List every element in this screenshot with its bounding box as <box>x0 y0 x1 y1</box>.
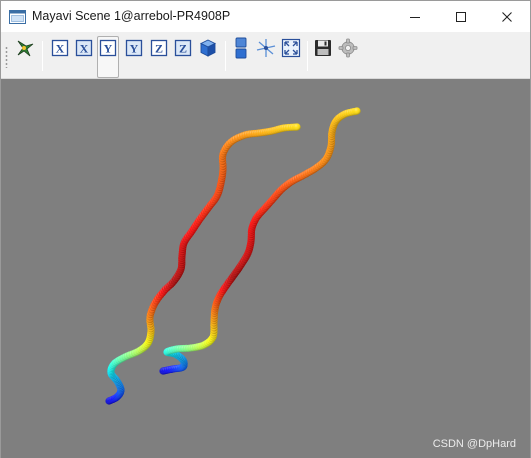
view-x-plus-button[interactable]: X <box>49 37 71 59</box>
svg-text:X: X <box>80 42 89 56</box>
toolbar-separator <box>225 41 226 71</box>
view-z-minus-icon: Z <box>174 39 192 57</box>
scene-viewport[interactable]: CSDN @DpHard <box>1 79 530 458</box>
view-y-plus-button[interactable]: Y <box>97 36 119 78</box>
view-z-minus-button[interactable]: Z <box>172 37 194 59</box>
toggle-axes-icon <box>256 39 276 57</box>
view-z-plus-button[interactable]: Z <box>148 37 170 59</box>
toggle-parallel-projection-button[interactable] <box>230 37 252 59</box>
close-icon <box>502 11 512 22</box>
svg-text:Z: Z <box>179 42 187 56</box>
view-x-plus-icon: X <box>51 39 69 57</box>
curve-point-shading <box>353 107 361 115</box>
toolbar-separator <box>307 41 308 71</box>
maximize-button[interactable] <box>438 1 484 32</box>
svg-text:X: X <box>56 42 65 56</box>
title-bar[interactable]: Mayavi Scene 1@arrebol-PR4908P <box>1 1 530 32</box>
toolbar-grip[interactable] <box>5 46 8 68</box>
toggle-axes-button[interactable] <box>255 37 277 59</box>
svg-text:Y: Y <box>130 42 139 56</box>
isometric-view-button[interactable] <box>197 37 219 59</box>
right-helix <box>159 107 361 375</box>
mayavi-logo-icon <box>17 40 34 57</box>
view-x-minus-icon: X <box>75 39 93 57</box>
view-y-minus-button[interactable]: Y <box>123 37 145 59</box>
left-helix <box>105 123 301 405</box>
toggle-parallel-projection-icon <box>235 37 247 59</box>
configure-scene-icon <box>338 38 358 58</box>
mayavi-logo-button[interactable] <box>14 37 36 59</box>
save-icon <box>315 40 331 56</box>
close-button[interactable] <box>484 1 530 32</box>
view-x-minus-button[interactable]: X <box>73 37 95 59</box>
mayavi-window: Mayavi Scene 1@arrebol-PR4908P X X Y Y Z… <box>0 0 531 458</box>
view-y-minus-icon: Y <box>125 39 143 57</box>
configure-scene-button[interactable] <box>337 37 359 59</box>
full-screen-icon <box>281 38 301 58</box>
curve-point-shading <box>293 123 301 131</box>
view-y-plus-icon: Y <box>99 39 117 57</box>
view-z-plus-icon: Z <box>150 39 168 57</box>
scene-toolbar: X X Y Y Z Z <box>1 32 530 79</box>
isometric-view-icon <box>199 39 217 57</box>
svg-text:Z: Z <box>155 42 163 56</box>
scene-render <box>105 107 361 405</box>
svg-text:Y: Y <box>104 42 113 56</box>
minimize-button[interactable] <box>392 1 438 32</box>
toolbar-separator <box>42 41 43 71</box>
minimize-icon <box>410 16 420 18</box>
save-button[interactable] <box>312 37 334 59</box>
watermark: CSDN @DpHard <box>432 438 516 450</box>
window-title: Mayavi Scene 1@arrebol-PR4908P <box>32 9 231 23</box>
full-screen-button[interactable] <box>280 37 302 59</box>
maximize-icon <box>456 11 466 22</box>
app-window-icon <box>9 10 26 24</box>
